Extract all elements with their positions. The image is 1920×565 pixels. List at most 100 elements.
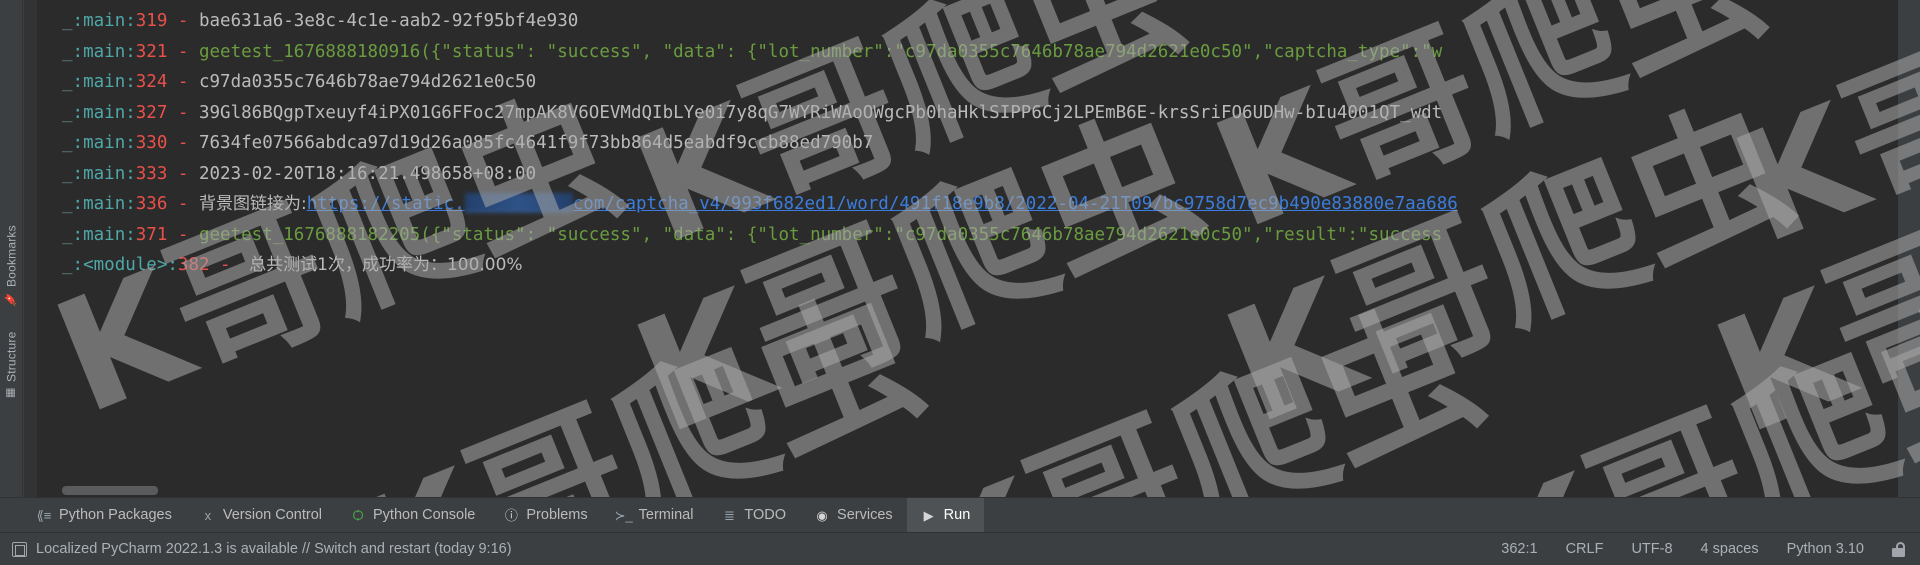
log-lineno: 333 xyxy=(135,163,168,184)
log-message: 39Gl86BQgpTxeuyf4iPX01G6FFoc27mpAK8V6OEV… xyxy=(198,102,1443,123)
log-line-summary: _:<module>:382 - 总共测试1次，成功率为：100.00% xyxy=(38,250,1898,281)
log-lineno: 382 xyxy=(177,255,210,275)
log-message: 7634fe07566abdca97d19d26a085fc4641f9f73b… xyxy=(198,133,874,153)
log-lineno: 371 xyxy=(135,224,168,245)
console-horizontal-scrollbar[interactable] xyxy=(62,486,158,495)
tool-window-tabs: ⟪≡ Python Packages x Version Control Ѻ P… xyxy=(0,497,1920,532)
file-encoding[interactable]: UTF-8 xyxy=(1631,541,1672,557)
log-module: :main: xyxy=(72,163,136,184)
log-module: :main: xyxy=(72,72,136,92)
console-log-output: _:main:319 - bae631a6-3e8c-4c1e-aab2-92f… xyxy=(38,0,1898,281)
pycharm-window: 🔖 Bookmarks ▦ Structure _:main:319 - bae… xyxy=(0,0,1920,565)
tab-version-control-label: Version Control xyxy=(222,507,322,523)
ide-update-icon xyxy=(12,541,27,557)
log-url-part1[interactable]: https://static. xyxy=(307,194,465,214)
line-separator[interactable]: CRLF xyxy=(1566,541,1604,557)
log-prefix: _ xyxy=(62,11,73,31)
tab-services-label: Services xyxy=(837,507,893,523)
log-module: :main: xyxy=(72,41,136,62)
tab-todo[interactable]: ≣ TODO xyxy=(707,498,800,532)
log-line-link: _:main:336 - 背景图链接为:https://static. com/c… xyxy=(38,189,1898,220)
log-line: _:main:333 - 2023-02-20T18:16:21.498658+… xyxy=(38,159,1898,190)
tab-problems[interactable]: ⓘ Problems xyxy=(489,498,601,532)
structure-icon: ▦ xyxy=(5,386,17,400)
unlocked-icon[interactable] xyxy=(1892,541,1906,557)
log-dash: - xyxy=(209,255,242,275)
sidebar-item-structure-label: Structure xyxy=(4,331,19,382)
log-prefix: _ xyxy=(62,72,73,92)
tab-python-packages[interactable]: ⟪≡ Python Packages xyxy=(0,498,186,532)
tab-services[interactable]: ◉ Services xyxy=(800,498,907,532)
log-message: 总共测试1次，成功率为：100.00% xyxy=(249,255,523,275)
tab-version-control[interactable]: x Version Control xyxy=(186,498,336,532)
warning-icon: ⓘ xyxy=(504,507,518,523)
log-module: :main: xyxy=(72,194,136,214)
log-message: bae631a6-3e8c-4c1e-aab2-92f95bf4e930 xyxy=(198,11,579,31)
log-message: 2023-02-20T18:16:21.498658+08:00 xyxy=(198,163,537,184)
python-icon: Ѻ xyxy=(352,507,364,523)
log-message: c97da0355c7646b78ae794d2621e0c50 xyxy=(198,72,537,92)
log-lineno: 327 xyxy=(135,102,168,123)
run-play-icon: ▶ xyxy=(923,507,934,523)
log-dash: - xyxy=(167,102,199,123)
log-lineno: 336 xyxy=(135,194,168,214)
indent-setting[interactable]: 4 spaces xyxy=(1701,541,1759,557)
log-dash: - xyxy=(167,133,199,153)
log-line: _:main:319 - bae631a6-3e8c-4c1e-aab2-92f… xyxy=(38,6,1898,37)
tab-problems-label: Problems xyxy=(526,507,588,523)
tab-todo-label: TODO xyxy=(744,507,787,523)
tab-run-label: Run xyxy=(943,507,971,523)
status-notification[interactable]: Localized PyCharm 2022.1.3 is available … xyxy=(0,541,512,557)
caret-position[interactable]: 362:1 xyxy=(1501,541,1537,557)
log-message: geetest_1676888180916({"status": "succes… xyxy=(198,41,1443,62)
status-bar-right: 362:1 CRLF UTF-8 4 spaces Python 3.10 xyxy=(1501,541,1920,557)
log-module: :main: xyxy=(72,11,136,31)
log-message: geetest_1676888182205({"status": "succes… xyxy=(198,224,1443,245)
services-play-icon: ◉ xyxy=(816,507,828,523)
log-prefix: _ xyxy=(62,133,73,153)
log-module: :main: xyxy=(72,133,136,153)
log-lineno: 319 xyxy=(135,11,168,31)
log-dash: - xyxy=(167,163,199,184)
log-module: :main: xyxy=(72,102,136,123)
log-url-part2[interactable]: com/captcha_v4/993f682ed1/word/491f18e9b… xyxy=(573,194,1458,214)
log-lineno: 330 xyxy=(135,133,168,153)
left-tool-strip: 🔖 Bookmarks ▦ Structure xyxy=(0,0,23,497)
tab-run[interactable]: ▶ Run xyxy=(906,498,985,532)
sidebar-item-bookmarks[interactable]: 🔖 Bookmarks xyxy=(0,196,23,306)
sidebar-item-structure[interactable]: ▦ Structure xyxy=(0,310,23,400)
log-lineno: 321 xyxy=(135,41,168,62)
tab-python-console[interactable]: Ѻ Python Console xyxy=(336,498,489,532)
run-console-panel[interactable]: _:main:319 - bae631a6-3e8c-4c1e-aab2-92f… xyxy=(24,0,1898,497)
log-dash: - xyxy=(167,41,199,62)
tab-terminal-label: Terminal xyxy=(638,507,694,523)
branch-icon: x xyxy=(204,507,212,523)
log-module: :<module>: xyxy=(72,255,178,275)
log-line: _:main:327 - 39Gl86BQgpTxeuyf4iPX01G6FFo… xyxy=(38,98,1898,129)
log-dash: - xyxy=(167,11,199,31)
status-bar: Localized PyCharm 2022.1.3 is available … xyxy=(0,532,1920,565)
log-dash: - xyxy=(167,72,199,92)
tab-python-packages-label: Python Packages xyxy=(59,507,172,523)
log-prefix: _ xyxy=(62,163,73,184)
log-line: _:main:321 - geetest_1676888180916({"sta… xyxy=(38,37,1898,68)
log-line: _:main:330 - 7634fe07566abdca97d19d26a08… xyxy=(38,128,1898,159)
list-icon: ≣ xyxy=(723,507,735,523)
log-dash: - xyxy=(167,194,199,214)
log-lineno: 324 xyxy=(135,72,168,92)
bookmark-icon: 🔖 xyxy=(5,292,17,306)
log-line: _:main:371 - geetest_1676888182205({"sta… xyxy=(38,220,1898,251)
log-message-prefix: 背景图链接为: xyxy=(198,194,307,214)
tab-python-console-label: Python Console xyxy=(373,507,476,523)
log-prefix: _ xyxy=(62,194,73,214)
sidebar-item-bookmarks-label: Bookmarks xyxy=(4,225,19,288)
log-prefix: _ xyxy=(62,255,73,275)
terminal-icon: ≻_ xyxy=(614,507,633,523)
tab-terminal[interactable]: ≻_ Terminal xyxy=(602,498,708,532)
log-prefix: _ xyxy=(62,102,73,123)
status-notification-label: Localized PyCharm 2022.1.3 is available … xyxy=(36,541,512,557)
log-module: :main: xyxy=(72,224,136,245)
log-prefix: _ xyxy=(62,224,73,245)
python-interpreter[interactable]: Python 3.10 xyxy=(1787,541,1864,557)
log-line: _:main:324 - c97da0355c7646b78ae794d2621… xyxy=(38,67,1898,98)
